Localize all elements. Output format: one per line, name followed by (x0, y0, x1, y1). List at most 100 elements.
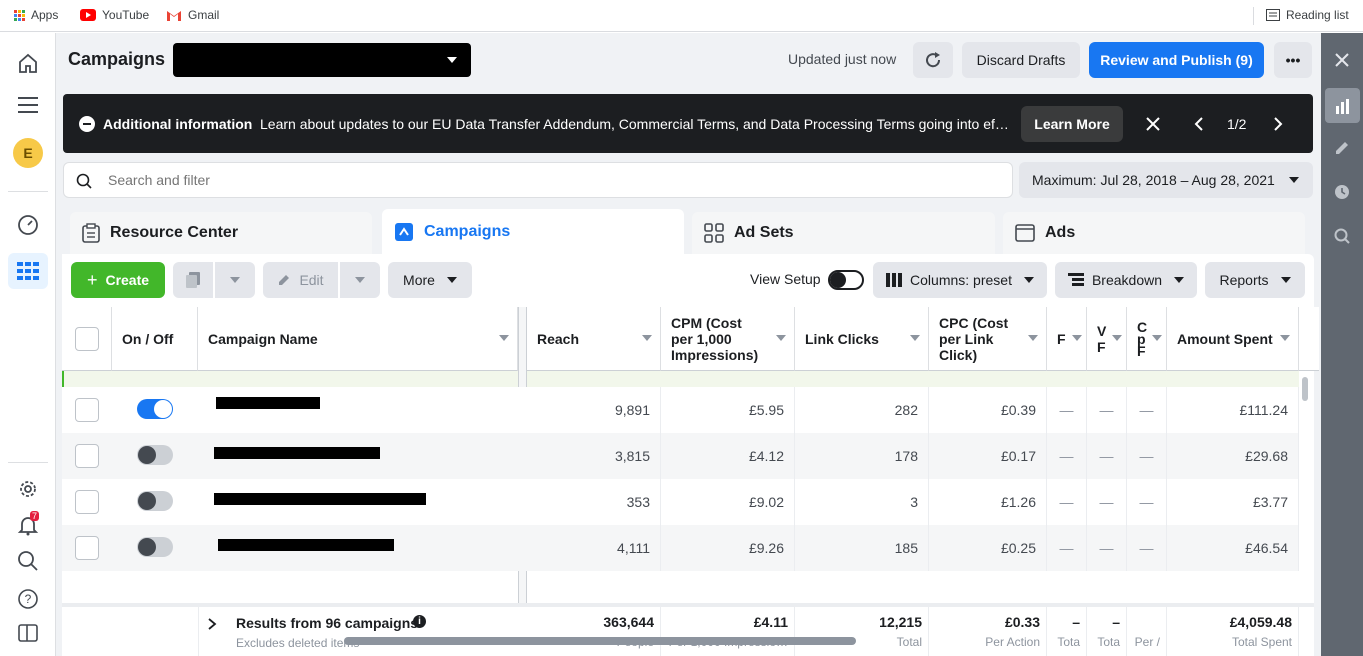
footer-unit: Tota (1097, 635, 1120, 649)
campaign-toggle[interactable] (137, 537, 173, 557)
view-setup-toggle[interactable] (828, 270, 864, 290)
duplicate-button[interactable] (173, 262, 213, 298)
menu-icon[interactable] (12, 89, 44, 121)
header-link-clicks[interactable]: Link Clicks (795, 307, 929, 371)
toggle-knob (138, 538, 156, 556)
header-reach[interactable]: Reach (527, 307, 661, 371)
breakdown-button[interactable]: Breakdown (1055, 262, 1197, 298)
notifications-icon[interactable]: 7 (12, 509, 44, 541)
bookmarks-bar: Apps YouTube Gmail Reading list (0, 0, 1363, 32)
cell-c1: — (1047, 387, 1087, 433)
tab-ad-sets[interactable]: Ad Sets (692, 212, 995, 254)
campaign-toggle[interactable] (137, 399, 173, 419)
inspect-icon[interactable] (1328, 222, 1356, 250)
search-input[interactable] (108, 170, 988, 190)
header-label: Link Clicks (805, 330, 879, 347)
campaign-toggle[interactable] (137, 445, 173, 465)
redacted-campaign-name[interactable] (214, 493, 426, 505)
more-options-button[interactable]: ••• (1274, 42, 1312, 78)
help-icon[interactable]: ? (12, 583, 44, 615)
review-publish-button[interactable]: Review and Publish (9) (1089, 42, 1264, 78)
footer-cell-c1: – Tota (1047, 607, 1087, 656)
dashboard-icon[interactable] (12, 209, 44, 241)
header-on-off[interactable]: On / Off (112, 307, 198, 371)
discard-drafts-button[interactable]: Discard Drafts (962, 42, 1080, 78)
reports-button[interactable]: Reports (1205, 262, 1305, 298)
apps-bookmark[interactable]: Apps (14, 8, 58, 22)
row-checkbox[interactable] (75, 398, 99, 422)
duplicate-dropdown[interactable] (215, 262, 255, 298)
youtube-bookmark[interactable]: YouTube (80, 8, 149, 22)
tab-label: Resource Center (110, 224, 239, 241)
ads-manager-icon[interactable] (8, 253, 48, 289)
account-selector[interactable] (173, 43, 471, 77)
search-icon[interactable] (12, 545, 44, 577)
redacted-campaign-name[interactable] (216, 397, 320, 409)
learn-more-button[interactable]: Learn More (1021, 106, 1123, 142)
next-icon[interactable] (1268, 114, 1288, 134)
edit-dropdown[interactable] (340, 262, 380, 298)
footer-unit: Total Spent (1231, 635, 1292, 649)
header-narrow-2[interactable]: V F (1087, 307, 1127, 371)
history-icon[interactable] (1328, 178, 1356, 206)
header-cpm[interactable]: CPM (Cost per 1,000 Impressions) (661, 307, 795, 371)
cell-reach: 3,815 (527, 433, 661, 479)
chevron-right-icon[interactable] (207, 617, 217, 631)
reading-list-bookmark[interactable]: Reading list (1266, 8, 1349, 22)
tab-campaigns[interactable]: Campaigns (382, 209, 684, 254)
footer-cell-cpc: £0.33 Per Action (929, 607, 1047, 656)
chevron-down-icon (355, 277, 365, 283)
header-campaign-name[interactable]: Campaign Name (198, 307, 518, 371)
refresh-button[interactable] (913, 42, 953, 78)
table-row[interactable]: 353 £9.02 3 £1.26— — — £3.77 (62, 479, 1299, 525)
date-range-picker[interactable]: Maximum: Jul 28, 2018 – Aug 28, 2021 (1019, 162, 1313, 198)
cell-amount: £29.68 (1167, 433, 1299, 479)
footer-unit: Tota (1057, 635, 1080, 649)
row-checkbox[interactable] (75, 536, 99, 560)
avatar[interactable]: E (12, 137, 44, 169)
chart-icon[interactable] (1325, 88, 1360, 123)
select-all-checkbox[interactable] (74, 326, 99, 351)
tab-resource-center[interactable]: Resource Center (70, 212, 372, 254)
toggle-knob (154, 400, 172, 418)
more-button[interactable]: More (388, 262, 472, 298)
edit-button[interactable]: Edit (263, 262, 338, 298)
edit-label: Edit (299, 272, 324, 288)
header-narrow-1[interactable]: F (1047, 307, 1087, 371)
footer-value: £0.33 (1004, 614, 1040, 630)
footer-value: £4,059.48 (1229, 614, 1292, 630)
collapse-panel-icon[interactable] (12, 617, 44, 649)
create-button[interactable]: + Create (71, 262, 165, 298)
close-icon[interactable] (1328, 46, 1356, 74)
redacted-campaign-name[interactable] (214, 447, 380, 459)
cell-clicks: 178 (795, 433, 929, 479)
vertical-scrollbar[interactable] (1302, 377, 1308, 401)
header-amount-spent[interactable]: Amount Spent (1167, 307, 1299, 371)
search-bar[interactable] (63, 162, 1013, 198)
settings-icon[interactable] (12, 473, 44, 505)
pencil-icon[interactable] (1328, 134, 1356, 162)
campaign-toggle[interactable] (137, 491, 173, 511)
breakdown-icon (1067, 273, 1084, 286)
footer-unit: Per / (1134, 635, 1160, 649)
horizontal-scrollbar[interactable] (344, 637, 856, 645)
cell-cpc: £0.39 (929, 387, 1047, 433)
home-icon[interactable] (12, 47, 44, 79)
row-checkbox[interactable] (75, 490, 99, 514)
row-checkbox[interactable] (75, 444, 99, 468)
header-narrow-3[interactable]: C p F (1127, 307, 1167, 371)
columns-button[interactable]: Columns: preset (873, 262, 1047, 298)
table-row[interactable]: 9,891 £5.95 282 £0.39— — — £111.24 (62, 387, 1299, 433)
prev-icon[interactable] (1189, 114, 1209, 134)
footer-value: – (1112, 614, 1120, 630)
table-row[interactable]: 3,815 £4.12 178 £0.17— — — £29.68 (62, 433, 1299, 479)
redacted-campaign-name[interactable] (218, 539, 394, 551)
sort-caret-icon (1280, 335, 1290, 341)
tab-ads[interactable]: Ads (1003, 212, 1305, 254)
gmail-bookmark[interactable]: Gmail (166, 8, 219, 22)
table-row[interactable]: 4,111 £9.26 185 £0.25— — — £46.54 (62, 525, 1299, 571)
close-banner-icon[interactable] (1143, 114, 1163, 134)
footer-cell-amount: £4,059.48 Total Spent (1167, 607, 1299, 656)
header-cpc[interactable]: CPC (Cost per Link Click) (929, 307, 1047, 371)
info-icon[interactable]: i (413, 615, 426, 628)
